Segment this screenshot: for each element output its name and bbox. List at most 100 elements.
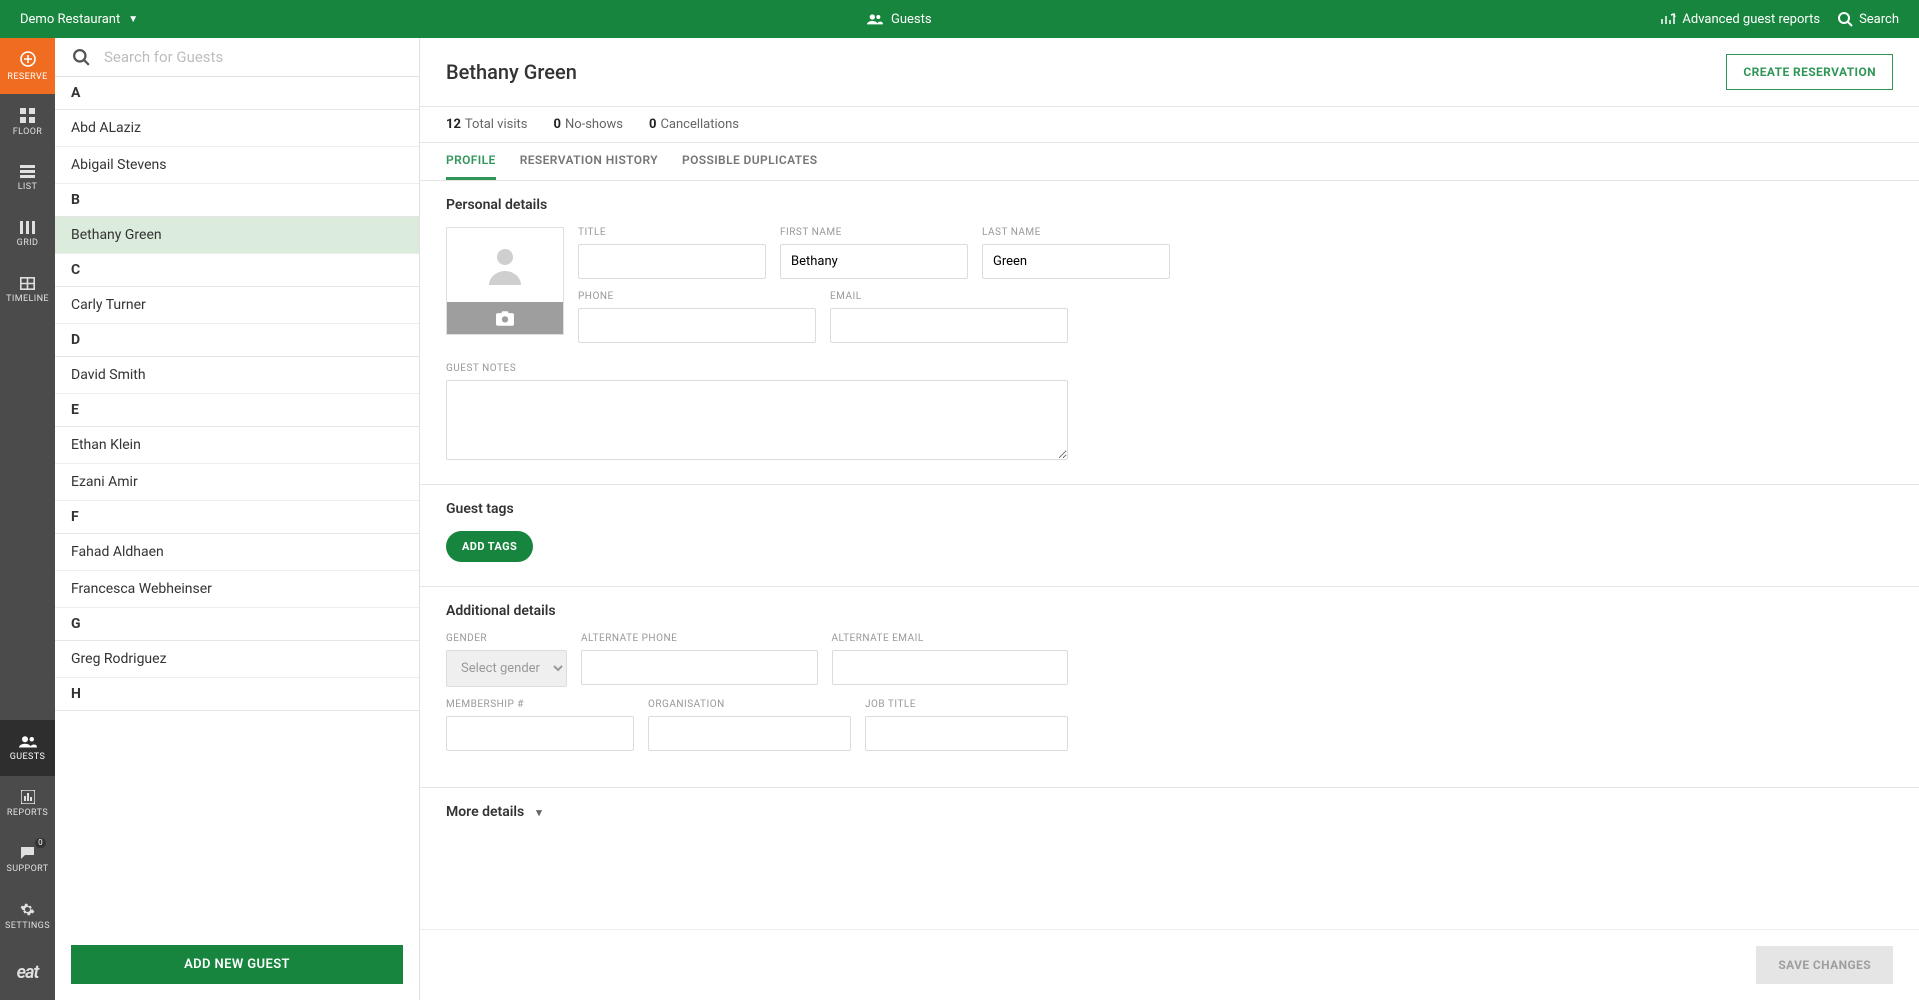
- tab-possible-duplicates[interactable]: POSSIBLE DUPLICATES: [682, 143, 817, 180]
- first-name-field-wrap: FIRST NAME: [780, 227, 968, 279]
- nav-logo[interactable]: eat: [0, 944, 55, 1000]
- gender-select[interactable]: Select gender: [446, 650, 567, 687]
- guest-notes-field-wrap: GUEST NOTES: [446, 363, 1068, 460]
- topbar-center: Guests: [138, 12, 1660, 27]
- organisation-label: ORGANISATION: [648, 699, 851, 710]
- search-icon: [73, 49, 90, 66]
- gear-icon: [20, 902, 35, 917]
- alt-email-field-wrap: ALTERNATE EMAIL: [832, 633, 1069, 687]
- first-name-label: FIRST NAME: [780, 227, 968, 238]
- last-name-input[interactable]: [982, 244, 1170, 279]
- guest-list-item[interactable]: Ethan Klein: [55, 427, 419, 464]
- restaurant-name: Demo Restaurant: [20, 12, 120, 27]
- nav-grid-label: GRID: [17, 238, 39, 248]
- letter-header: G: [55, 608, 419, 641]
- phone-input[interactable]: [578, 308, 816, 343]
- nav-reports-label: REPORTS: [7, 808, 48, 818]
- search-link[interactable]: Search: [1838, 12, 1899, 27]
- letter-header: D: [55, 324, 419, 357]
- additional-details-title: Additional details: [446, 603, 1893, 619]
- nav-support[interactable]: 0 SUPPORT: [0, 832, 55, 888]
- save-changes-button[interactable]: SAVE CHANGES: [1756, 946, 1893, 984]
- chart-icon: [21, 790, 35, 804]
- nav-list[interactable]: LIST: [0, 150, 55, 206]
- alt-email-input[interactable]: [832, 650, 1069, 685]
- guest-list[interactable]: AAbd ALazizAbigail StevensBBethany Green…: [55, 77, 419, 929]
- letter-header: H: [55, 678, 419, 711]
- topbar: Demo Restaurant ▼ Guests Advanced guest …: [0, 0, 1919, 38]
- support-badge: 0: [35, 838, 46, 848]
- create-reservation-button[interactable]: CREATE RESERVATION: [1726, 54, 1893, 90]
- chevron-down-icon: ▼: [128, 14, 138, 25]
- eat-logo-icon: eat: [17, 962, 39, 983]
- upload-photo-button[interactable]: [447, 302, 563, 334]
- guest-detail-panel: Bethany Green CREATE RESERVATION 12Total…: [420, 38, 1919, 1000]
- guest-list-item[interactable]: Carly Turner: [55, 287, 419, 324]
- guest-list-item[interactable]: Greg Rodriguez: [55, 641, 419, 678]
- grid-icon: [20, 108, 35, 123]
- guest-stats: 12Total visits 0No-shows 0Cancellations: [420, 107, 1919, 143]
- membership-field-wrap: MEMBERSHIP #: [446, 699, 634, 751]
- add-new-guest-button[interactable]: ADD NEW GUEST: [71, 945, 403, 984]
- guest-tags-section: Guest tags ADD TAGS: [420, 485, 1919, 587]
- guest-search-row: [55, 38, 419, 77]
- guest-list-item[interactable]: Abd ALaziz: [55, 110, 419, 147]
- add-tags-button[interactable]: ADD TAGS: [446, 531, 533, 562]
- guest-list-item[interactable]: Francesca Webheinser: [55, 571, 419, 608]
- search-label: Search: [1859, 12, 1899, 27]
- advanced-reports-link[interactable]: Advanced guest reports: [1660, 12, 1820, 27]
- guest-list-item[interactable]: Bethany Green: [55, 217, 419, 254]
- avatar-box: [446, 227, 564, 335]
- guest-list-item[interactable]: David Smith: [55, 357, 419, 394]
- nav-floor[interactable]: FLOOR: [0, 94, 55, 150]
- guest-search-input[interactable]: [104, 48, 401, 66]
- nav-settings[interactable]: SETTINGS: [0, 888, 55, 944]
- detail-tabs: PROFILE RESERVATION HISTORY POSSIBLE DUP…: [420, 143, 1919, 181]
- nav-reserve[interactable]: RESERVE: [0, 38, 55, 94]
- tab-profile[interactable]: PROFILE: [446, 143, 496, 180]
- personal-details-section: Personal details: [420, 181, 1919, 485]
- more-details-label: More details: [446, 804, 524, 820]
- tab-reservation-history[interactable]: RESERVATION HISTORY: [520, 143, 658, 180]
- nav-timeline[interactable]: TIMELINE: [0, 262, 55, 318]
- nav-reserve-label: RESERVE: [7, 72, 47, 82]
- nav-list-label: LIST: [18, 182, 38, 192]
- email-input[interactable]: [830, 308, 1068, 343]
- nav-floor-label: FLOOR: [13, 127, 42, 137]
- guest-list-item[interactable]: Abigail Stevens: [55, 147, 419, 184]
- alt-phone-field-wrap: ALTERNATE PHONE: [581, 633, 818, 687]
- alt-phone-input[interactable]: [581, 650, 818, 685]
- job-title-label: JOB TITLE: [865, 699, 1068, 710]
- nav-grid[interactable]: GRID: [0, 206, 55, 262]
- nav-reports[interactable]: REPORTS: [0, 776, 55, 832]
- first-name-input[interactable]: [780, 244, 968, 279]
- guest-list-item[interactable]: Fahad Aldhaen: [55, 534, 419, 571]
- title-input[interactable]: [578, 244, 766, 279]
- nav-guests[interactable]: GUESTS: [0, 720, 55, 776]
- gender-label: GENDER: [446, 633, 567, 644]
- email-field-wrap: EMAIL: [830, 291, 1068, 343]
- last-name-field-wrap: LAST NAME: [982, 227, 1170, 279]
- footer-bar: SAVE CHANGES: [420, 929, 1919, 1000]
- guest-list-item[interactable]: Ezani Amir: [55, 464, 419, 501]
- phone-label: PHONE: [578, 291, 816, 302]
- nav-support-label: SUPPORT: [6, 864, 48, 874]
- job-title-field-wrap: JOB TITLE: [865, 699, 1068, 751]
- membership-input[interactable]: [446, 716, 634, 751]
- organisation-input[interactable]: [648, 716, 851, 751]
- alt-email-label: ALTERNATE EMAIL: [832, 633, 1069, 644]
- chevron-down-icon: ▾: [536, 806, 542, 819]
- guest-notes-label: GUEST NOTES: [446, 363, 1068, 374]
- more-details-toggle[interactable]: More details ▾: [420, 788, 1919, 836]
- restaurant-selector[interactable]: Demo Restaurant ▼: [20, 12, 138, 27]
- guest-name-heading: Bethany Green: [446, 60, 577, 84]
- email-label: EMAIL: [830, 291, 1068, 302]
- advanced-reports-label: Advanced guest reports: [1682, 12, 1820, 27]
- guest-list-panel: AAbd ALazizAbigail StevensBBethany Green…: [55, 38, 420, 1000]
- title-label: TITLE: [578, 227, 766, 238]
- job-title-input[interactable]: [865, 716, 1068, 751]
- guest-notes-input[interactable]: [446, 380, 1068, 460]
- nav-settings-label: SETTINGS: [5, 921, 50, 931]
- plus-circle-icon: [19, 50, 37, 68]
- alt-phone-label: ALTERNATE PHONE: [581, 633, 818, 644]
